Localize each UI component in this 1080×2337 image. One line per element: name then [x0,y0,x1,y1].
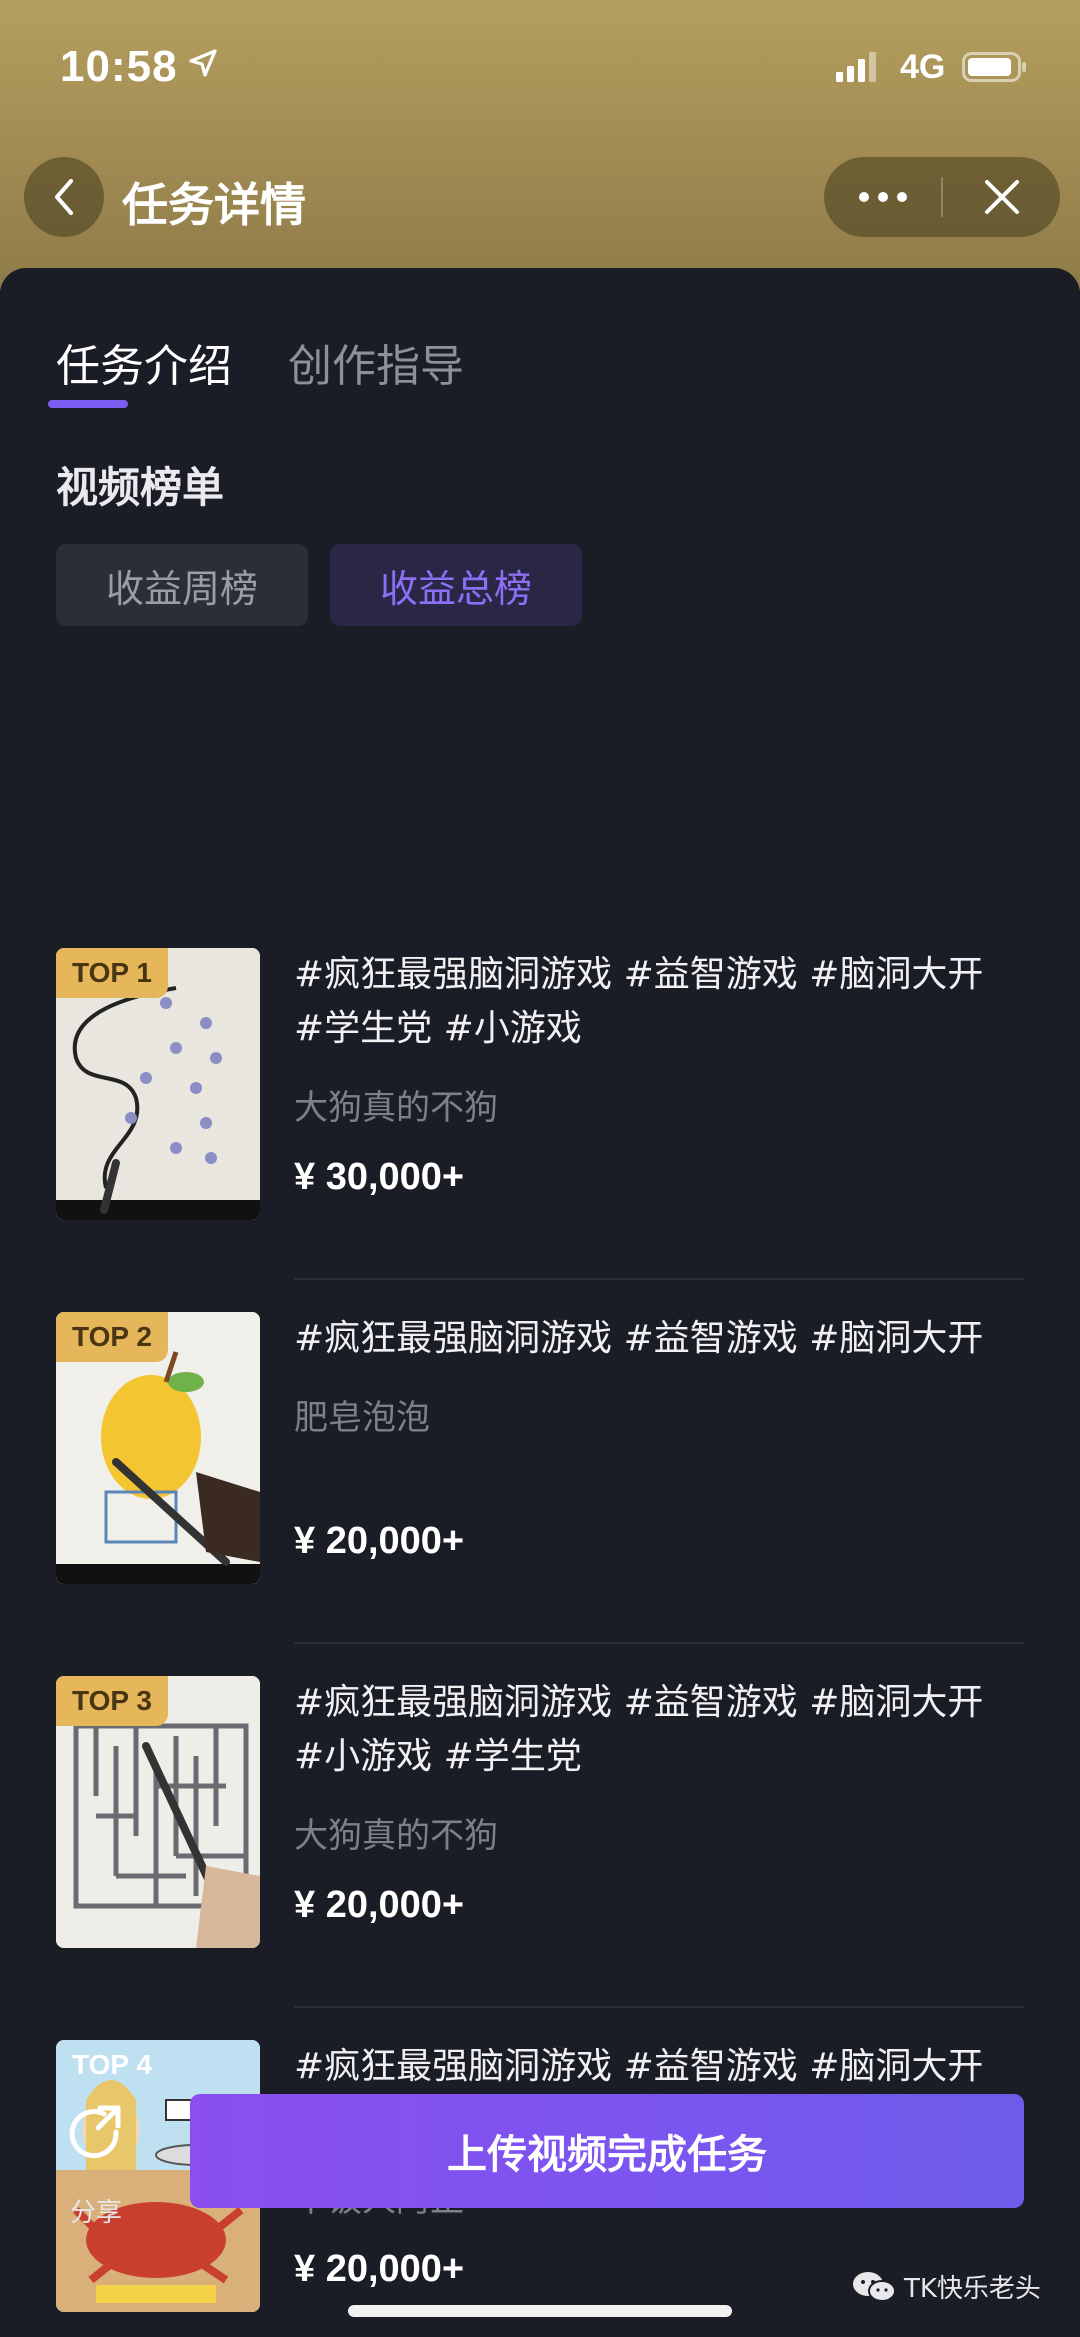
upload-video-button[interactable]: 上传视频完成任务 [190,2094,1024,2208]
video-thumbnail[interactable]: TOP 3 [56,1676,260,1948]
location-arrow-icon [188,48,218,82]
share-icon [69,2105,121,2159]
chevron-left-icon [55,179,73,215]
header-background: 10:58 4G 任务详情 [0,0,1080,290]
video-earnings: ¥ 30,000+ [294,1156,465,1198]
rank-badge: TOP 1 [56,948,168,998]
video-earnings: ¥ 20,000+ [294,2248,465,2290]
video-title: #疯狂最强脑洞游戏 #益智游戏 #脑洞大开 #学生党 #小游戏 [294,954,984,1049]
back-button[interactable] [24,157,104,237]
tab-creation-guide[interactable]: 创作指导 [288,330,464,394]
rank-badge: TOP 3 [56,1676,168,1726]
mini-program-capsule [824,157,1060,237]
section-title: 视频榜单 [56,463,225,512]
tab-task-intro[interactable]: 任务介绍 [56,330,232,394]
watermark-text: TK快乐老头 [904,2274,1041,2304]
filter-weekly-earnings[interactable]: 收益周榜 [56,544,308,626]
video-thumbnail[interactable]: TOP 2 [56,1312,260,1584]
video-author: 大狗真的不狗 [294,1816,498,1856]
network-label: 4G [900,48,946,86]
video-earnings: ¥ 20,000+ [294,1520,465,1562]
wechat-icon [853,2271,896,2302]
video-title: #疯狂最强脑洞游戏 #益智游戏 #脑洞大开 [294,1318,984,1359]
task-detail-sheet: 任务介绍 创作指导 视频榜单 收益周榜 收益总榜 TOP 1 #疯狂最强脑洞游戏… [0,268,1080,2337]
status-bar: 10:58 4G [0,0,1080,140]
close-button[interactable] [943,157,1060,237]
battery-icon [962,52,1028,86]
divider [294,1278,1024,1280]
close-icon [984,180,1019,214]
status-time: 10:58 [60,42,178,91]
more-dots-icon [858,192,907,202]
video-title: #疯狂最强脑洞游戏 #益智游戏 #脑洞大开 #小游戏 #学生党 [294,1682,984,1777]
divider [294,1642,1024,1644]
navigation-bar: 任务详情 [0,155,1080,245]
signal-icon [836,52,880,86]
more-button[interactable] [824,157,941,237]
share-label: 分享 [69,2198,122,2228]
list-item[interactable]: TOP 1 #疯狂最强脑洞游戏 #益智游戏 #脑洞大开 #学生党 #小游戏 大狗… [0,948,1080,1312]
video-thumbnail[interactable]: TOP 1 [56,948,260,1220]
divider [294,2006,1024,2008]
filter-total-earnings[interactable]: 收益总榜 [330,544,582,626]
video-author: 肥皂泡泡 [294,1398,430,1438]
watermark: TK快乐老头 [852,2268,1041,2305]
list-item[interactable]: TOP 3 #疯狂最强脑洞游戏 #益智游戏 #脑洞大开 #小游戏 #学生党 大狗… [0,1676,1080,2040]
home-indicator[interactable] [348,2305,732,2317]
share-button[interactable]: 分享 [56,2102,136,2228]
bottom-action-bar: 分享 上传视频完成任务 [0,2080,1080,2228]
tab-active-indicator [48,400,128,408]
list-item[interactable]: TOP 2 #疯狂最强脑洞游戏 #益智游戏 #脑洞大开 肥皂泡泡 ¥ 20,00… [0,1312,1080,1676]
video-earnings: ¥ 20,000+ [294,1884,465,1926]
rank-badge: TOP 2 [56,1312,168,1362]
page-title: 任务详情 [122,178,306,232]
video-author: 大狗真的不狗 [294,1088,498,1128]
